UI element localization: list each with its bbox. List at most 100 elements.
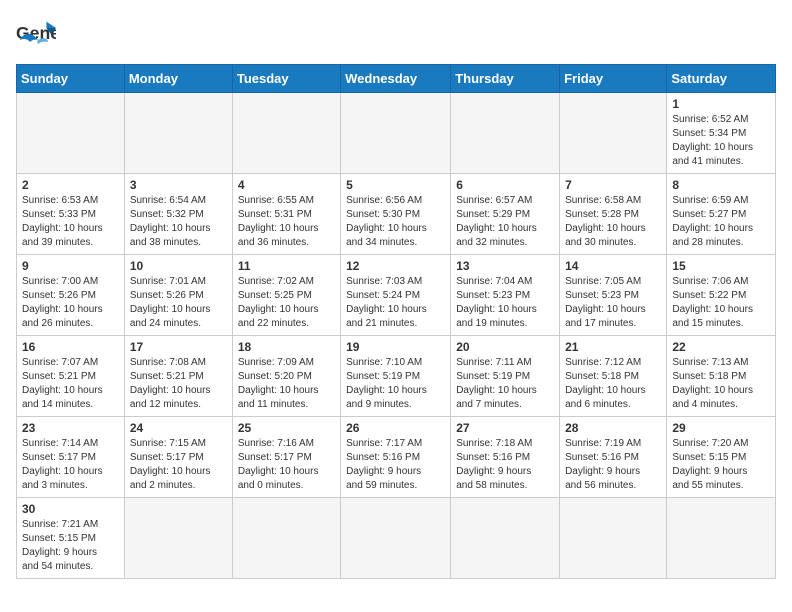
- calendar-cell: 29 Sunrise: 7:20 AM Sunset: 5:15 PM Dayli…: [667, 417, 776, 498]
- day-number: 23: [22, 421, 119, 435]
- day-number: 14: [565, 259, 661, 273]
- calendar-cell: 14 Sunrise: 7:05 AM Sunset: 5:23 PM Dayli…: [560, 255, 667, 336]
- calendar-cell: 10 Sunrise: 7:01 AM Sunset: 5:26 PM Dayli…: [124, 255, 232, 336]
- calendar-cell: [667, 498, 776, 579]
- day-number: 30: [22, 502, 119, 516]
- weekday-header-sunday: Sunday: [17, 65, 125, 93]
- day-number: 22: [672, 340, 770, 354]
- day-number: 29: [672, 421, 770, 435]
- weekday-header-saturday: Saturday: [667, 65, 776, 93]
- day-info: Sunrise: 7:01 AM Sunset: 5:26 PM Dayligh…: [130, 275, 227, 331]
- day-info: Sunrise: 6:55 AM Sunset: 5:31 PM Dayligh…: [238, 194, 335, 250]
- calendar-cell: [560, 93, 667, 174]
- day-number: 10: [130, 259, 227, 273]
- calendar-cell: 11 Sunrise: 7:02 AM Sunset: 5:25 PM Dayli…: [232, 255, 340, 336]
- header: General: [16, 16, 776, 54]
- day-info: Sunrise: 7:19 AM Sunset: 5:16 PM Dayligh…: [565, 437, 661, 493]
- calendar-cell: 8 Sunrise: 6:59 AM Sunset: 5:27 PM Daylig…: [667, 174, 776, 255]
- day-info: Sunrise: 6:59 AM Sunset: 5:27 PM Dayligh…: [672, 194, 770, 250]
- day-info: Sunrise: 7:09 AM Sunset: 5:20 PM Dayligh…: [238, 356, 335, 412]
- day-number: 9: [22, 259, 119, 273]
- calendar-cell: [560, 498, 667, 579]
- calendar-cell: 13Sunrise: 7:04 AM Sunset: 5:23 PM Dayli…: [451, 255, 560, 336]
- calendar-cell: [451, 93, 560, 174]
- weekday-header-thursday: Thursday: [451, 65, 560, 93]
- page: General SundayMondayTuesdayWednesdayThur…: [0, 0, 792, 595]
- calendar-table: SundayMondayTuesdayWednesdayThursdayFrid…: [16, 64, 776, 579]
- calendar-cell: [17, 93, 125, 174]
- week-row-3: 9 Sunrise: 7:00 AM Sunset: 5:26 PM Daylig…: [17, 255, 776, 336]
- day-info: Sunrise: 7:08 AM Sunset: 5:21 PM Dayligh…: [130, 356, 227, 412]
- day-number: 4: [238, 178, 335, 192]
- calendar-cell: 22Sunrise: 7:13 AM Sunset: 5:18 PM Dayli…: [667, 336, 776, 417]
- day-info: Sunrise: 7:07 AM Sunset: 5:21 PM Dayligh…: [22, 356, 119, 412]
- week-row-4: 16 Sunrise: 7:07 AM Sunset: 5:21 PM Dayli…: [17, 336, 776, 417]
- day-info: Sunrise: 7:00 AM Sunset: 5:26 PM Dayligh…: [22, 275, 119, 331]
- calendar-cell: 19Sunrise: 7:10 AM Sunset: 5:19 PM Dayli…: [341, 336, 451, 417]
- week-row-5: 23Sunrise: 7:14 AM Sunset: 5:17 PM Dayli…: [17, 417, 776, 498]
- day-info: Sunrise: 7:18 AM Sunset: 5:16 PM Dayligh…: [456, 437, 554, 493]
- day-number: 5: [346, 178, 445, 192]
- calendar-cell: [232, 93, 340, 174]
- weekday-header-friday: Friday: [560, 65, 667, 93]
- calendar-cell: 16 Sunrise: 7:07 AM Sunset: 5:21 PM Dayli…: [17, 336, 125, 417]
- calendar-cell: [124, 498, 232, 579]
- day-number: 28: [565, 421, 661, 435]
- calendar-cell: 25Sunrise: 7:16 AM Sunset: 5:17 PM Dayli…: [232, 417, 340, 498]
- calendar-cell: [341, 93, 451, 174]
- bird-icon: [20, 32, 48, 54]
- day-number: 1: [672, 97, 770, 111]
- weekday-header-wednesday: Wednesday: [341, 65, 451, 93]
- day-number: 24: [130, 421, 227, 435]
- day-info: Sunrise: 7:04 AM Sunset: 5:23 PM Dayligh…: [456, 275, 554, 331]
- day-info: Sunrise: 7:12 AM Sunset: 5:18 PM Dayligh…: [565, 356, 661, 412]
- day-info: Sunrise: 7:21 AM Sunset: 5:15 PM Dayligh…: [22, 518, 119, 574]
- calendar-cell: [341, 498, 451, 579]
- calendar-cell: 27 Sunrise: 7:18 AM Sunset: 5:16 PM Dayli…: [451, 417, 560, 498]
- week-row-1: 1 Sunrise: 6:52 AM Sunset: 5:34 PM Daylig…: [17, 93, 776, 174]
- calendar-cell: 24 Sunrise: 7:15 AM Sunset: 5:17 PM Dayli…: [124, 417, 232, 498]
- calendar-cell: 20Sunrise: 7:11 AM Sunset: 5:19 PM Dayli…: [451, 336, 560, 417]
- calendar-cell: 6 Sunrise: 6:57 AM Sunset: 5:29 PM Daylig…: [451, 174, 560, 255]
- day-number: 6: [456, 178, 554, 192]
- calendar-cell: 21Sunrise: 7:12 AM Sunset: 5:18 PM Dayli…: [560, 336, 667, 417]
- weekday-header-monday: Monday: [124, 65, 232, 93]
- day-info: Sunrise: 7:05 AM Sunset: 5:23 PM Dayligh…: [565, 275, 661, 331]
- day-info: Sunrise: 6:53 AM Sunset: 5:33 PM Dayligh…: [22, 194, 119, 250]
- day-number: 16: [22, 340, 119, 354]
- day-info: Sunrise: 6:52 AM Sunset: 5:34 PM Dayligh…: [672, 113, 770, 169]
- day-info: Sunrise: 6:57 AM Sunset: 5:29 PM Dayligh…: [456, 194, 554, 250]
- day-info: Sunrise: 7:20 AM Sunset: 5:15 PM Dayligh…: [672, 437, 770, 493]
- calendar-cell: 5 Sunrise: 6:56 AM Sunset: 5:30 PM Daylig…: [341, 174, 451, 255]
- day-info: Sunrise: 7:11 AM Sunset: 5:19 PM Dayligh…: [456, 356, 554, 412]
- day-info: Sunrise: 7:15 AM Sunset: 5:17 PM Dayligh…: [130, 437, 227, 493]
- day-number: 27: [456, 421, 554, 435]
- calendar-cell: 9 Sunrise: 7:00 AM Sunset: 5:26 PM Daylig…: [17, 255, 125, 336]
- weekday-header-tuesday: Tuesday: [232, 65, 340, 93]
- calendar-cell: 26 Sunrise: 7:17 AM Sunset: 5:16 PM Dayli…: [341, 417, 451, 498]
- day-number: 19: [346, 340, 445, 354]
- day-info: Sunrise: 7:17 AM Sunset: 5:16 PM Dayligh…: [346, 437, 445, 493]
- day-number: 8: [672, 178, 770, 192]
- day-number: 7: [565, 178, 661, 192]
- day-number: 12: [346, 259, 445, 273]
- calendar-cell: [232, 498, 340, 579]
- day-number: 2: [22, 178, 119, 192]
- calendar-cell: 2 Sunrise: 6:53 AM Sunset: 5:33 PM Daylig…: [17, 174, 125, 255]
- day-info: Sunrise: 7:06 AM Sunset: 5:22 PM Dayligh…: [672, 275, 770, 331]
- calendar-cell: [124, 93, 232, 174]
- day-info: Sunrise: 7:03 AM Sunset: 5:24 PM Dayligh…: [346, 275, 445, 331]
- day-info: Sunrise: 7:02 AM Sunset: 5:25 PM Dayligh…: [238, 275, 335, 331]
- calendar-cell: 28 Sunrise: 7:19 AM Sunset: 5:16 PM Dayli…: [560, 417, 667, 498]
- day-number: 3: [130, 178, 227, 192]
- day-number: 17: [130, 340, 227, 354]
- calendar-cell: 7Sunrise: 6:58 AM Sunset: 5:28 PM Daylig…: [560, 174, 667, 255]
- calendar-cell: 1 Sunrise: 6:52 AM Sunset: 5:34 PM Daylig…: [667, 93, 776, 174]
- day-info: Sunrise: 7:16 AM Sunset: 5:17 PM Dayligh…: [238, 437, 335, 493]
- day-number: 26: [346, 421, 445, 435]
- day-number: 11: [238, 259, 335, 273]
- day-info: Sunrise: 6:56 AM Sunset: 5:30 PM Dayligh…: [346, 194, 445, 250]
- day-number: 18: [238, 340, 335, 354]
- day-number: 15: [672, 259, 770, 273]
- calendar-cell: 4 Sunrise: 6:55 AM Sunset: 5:31 PM Daylig…: [232, 174, 340, 255]
